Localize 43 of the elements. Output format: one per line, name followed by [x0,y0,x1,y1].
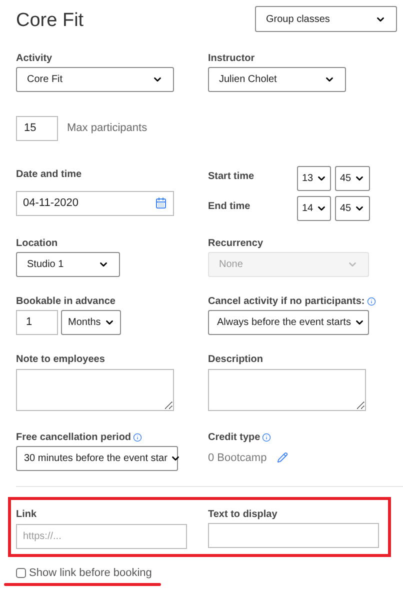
info-icon[interactable] [366,296,376,306]
bookable-amount-field[interactable]: 1 [16,310,58,334]
info-icon[interactable] [133,432,142,442]
field-label: Activity [16,52,52,64]
hour-select[interactable]: 14 [297,196,331,220]
field-label: Location [16,236,58,250]
field-label: Instructor [208,52,255,64]
activity-select[interactable]: Core Fit [16,66,174,92]
hour-select[interactable]: 13 [297,166,331,190]
date-field[interactable]: 04-11-2020 [16,190,174,216]
calendar-icon[interactable] [155,197,167,209]
field-label: Date and time [16,168,82,180]
max-participants-label: Max participants [67,120,148,136]
field-label: Note to employees [16,352,105,366]
bookable-unit-select[interactable]: Months [61,310,121,334]
cancel-activity-select[interactable]: Always before the event starts [208,310,369,334]
field-label: End time [208,200,250,212]
description-field[interactable] [208,368,366,410]
note-field[interactable] [16,368,174,410]
page-title: Core Fit [16,9,84,33]
max-participants-field[interactable]: 15 [16,116,58,140]
link-field[interactable]: https://... [16,524,187,548]
field-label: Link [16,508,37,520]
text-to-display-field[interactable] [208,522,379,548]
field-label: Free cancellation period [16,430,132,444]
field-label: Start time [208,170,254,182]
field-label: Recurrency [208,236,264,250]
show-link-checkbox[interactable] [16,568,26,578]
field-label: Description [208,352,264,366]
show-link-label: Show link before booking [29,566,152,580]
field-label: Credit type [208,430,260,444]
field-label: Cancel activity if no participants: [208,294,365,308]
minute-select[interactable]: 45 [335,166,370,190]
free-cancellation-select[interactable]: 30 minutes before the event star [16,446,178,470]
pencil-icon[interactable] [276,452,288,464]
field-label: Bookable in advance [16,294,116,308]
credit-type-value: 0 Bootcamp [208,450,267,466]
location-select[interactable]: Studio 1 [16,252,120,276]
category-select[interactable]: Group classes [255,6,397,32]
minute-select[interactable]: 45 [335,196,370,220]
field-label: Text to display [208,508,278,520]
info-icon[interactable] [262,432,272,442]
instructor-select[interactable]: Julien Cholet [208,66,346,92]
